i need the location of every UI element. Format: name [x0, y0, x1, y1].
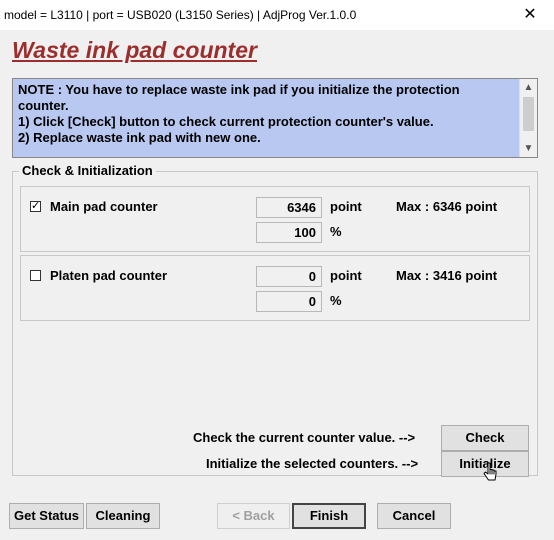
main-pad-checkbox[interactable]: ✓: [30, 201, 41, 212]
note-box[interactable]: NOTE : You have to replace waste ink pad…: [12, 78, 538, 158]
scroll-down-icon[interactable]: ▼: [520, 140, 537, 157]
platen-pad-percent-value: 0: [256, 291, 322, 312]
main-pad-percent-unit: %: [330, 224, 342, 239]
scroll-up-icon[interactable]: ▲: [520, 79, 537, 96]
note-text: NOTE : You have to replace waste ink pad…: [18, 82, 460, 145]
platen-pad-percent-unit: %: [330, 293, 342, 308]
platen-pad-label: Platen pad counter: [50, 268, 168, 283]
platen-pad-max: Max : 3416 point: [396, 268, 498, 283]
mouse-cursor-icon: [483, 462, 497, 481]
window-titlebar: model = L3110 | port = USB020 (L3150 Ser…: [0, 0, 554, 30]
main-pad-percent-value: 100: [256, 222, 322, 243]
main-pad-max: Max : 6346 point: [396, 199, 498, 214]
platen-pad-section: Platen pad counter 0 point Max : 3416 po…: [20, 255, 530, 321]
note-scrollbar[interactable]: ▲ ▼: [519, 79, 537, 157]
window-title: model = L3110 | port = USB020 (L3150 Ser…: [4, 8, 357, 22]
cleaning-button[interactable]: Cleaning: [86, 503, 160, 529]
scroll-thumb[interactable]: [523, 97, 534, 131]
platen-pad-checkbox[interactable]: [30, 270, 41, 281]
group-legend: Check & Initialization: [19, 163, 156, 178]
cancel-button[interactable]: Cancel: [377, 503, 451, 529]
close-icon[interactable]: ✕: [520, 0, 540, 30]
finish-button[interactable]: Finish: [292, 503, 366, 529]
platen-pad-point-value: 0: [256, 266, 322, 287]
main-pad-point-value: 6346: [256, 197, 322, 218]
page-title: Waste ink pad counter: [12, 37, 257, 63]
check-button[interactable]: Check: [441, 425, 529, 451]
platen-pad-point-unit: point: [330, 268, 362, 283]
check-initialization-group: Check & Initialization ✓ Main pad counte…: [12, 163, 538, 477]
main-pad-point-unit: point: [330, 199, 362, 214]
get-status-button[interactable]: Get Status: [9, 503, 84, 529]
main-pad-label: Main pad counter: [50, 199, 158, 214]
check-prompt: Check the current counter value. -->: [193, 430, 416, 445]
back-button[interactable]: < Back: [217, 503, 290, 529]
initialize-prompt: Initialize the selected counters. -->: [206, 456, 419, 471]
main-pad-section: ✓ Main pad counter 6346 point Max : 6346…: [20, 186, 530, 252]
